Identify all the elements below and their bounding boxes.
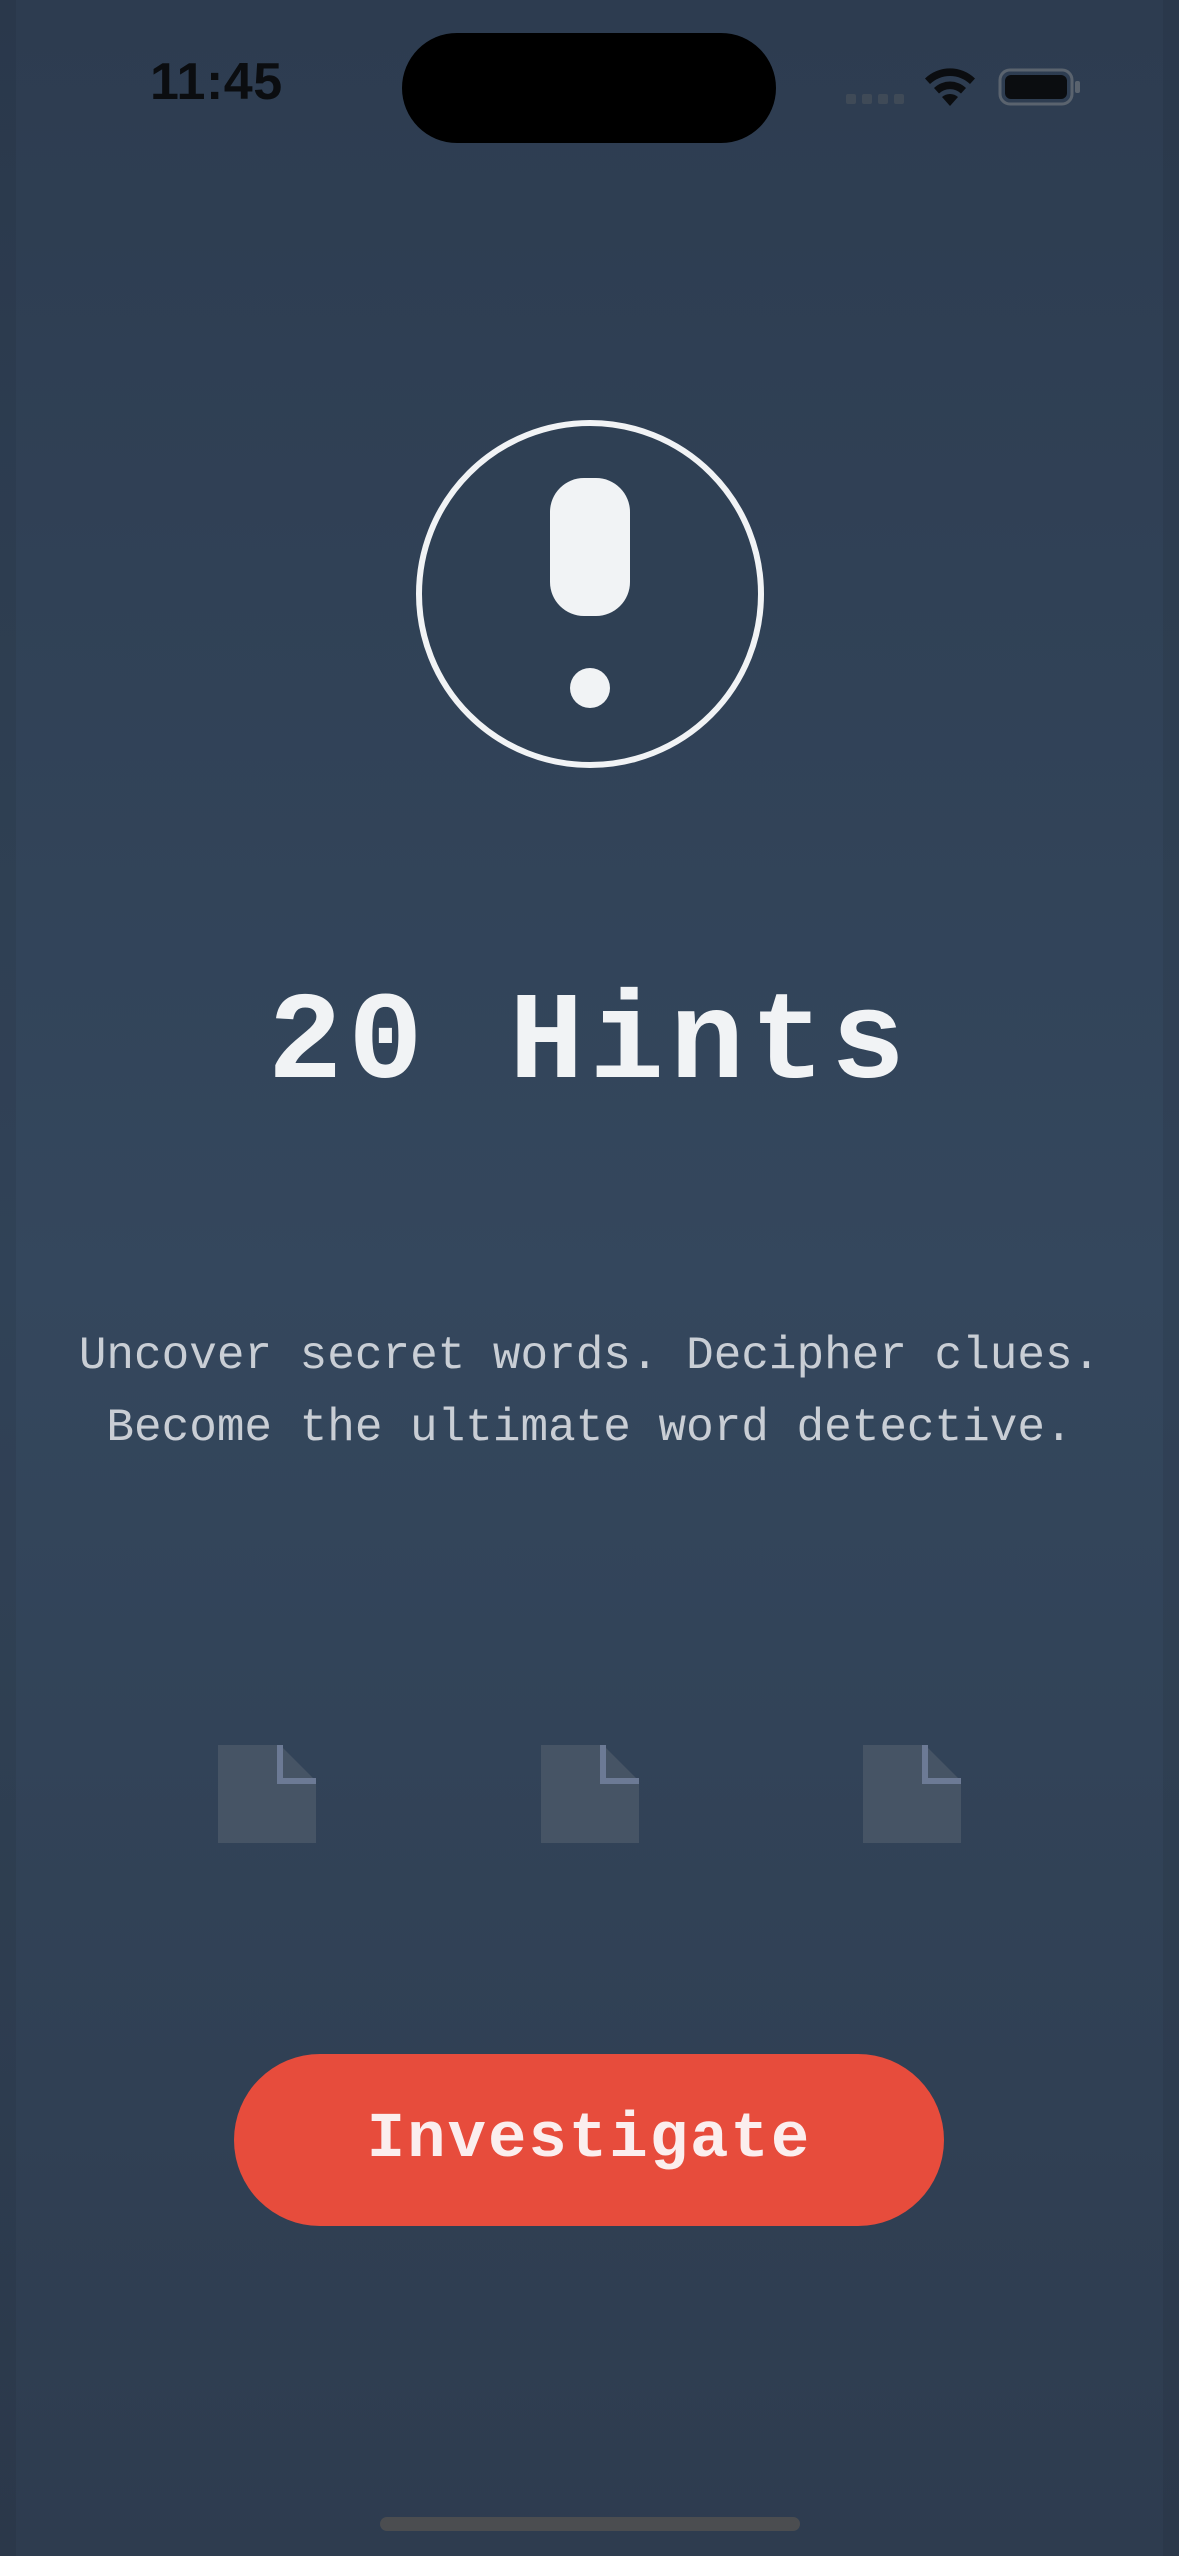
page-title: 20 Hints: [267, 975, 912, 1115]
battery-icon: [998, 68, 1080, 106]
document-icon: [541, 1745, 639, 1843]
screen-edge-left: [0, 0, 16, 2556]
tagline: Uncover secret words. Decipher clues. Be…: [78, 1330, 1101, 1454]
cell-signal-icon: [846, 94, 906, 106]
exclamation-circle-icon: [416, 420, 764, 768]
document-icon: [218, 1745, 316, 1843]
home-indicator[interactable]: [380, 2517, 800, 2531]
investigate-button-label: Investigate: [366, 2104, 812, 2176]
document-icon-row: [0, 1745, 1179, 1845]
dynamic-island: [402, 33, 776, 143]
investigate-button[interactable]: Investigate: [234, 2054, 944, 2226]
wifi-icon: [925, 68, 975, 106]
screen-edge-right: [1163, 0, 1179, 2556]
status-time: 11:45: [150, 53, 283, 111]
document-icon: [863, 1745, 961, 1843]
